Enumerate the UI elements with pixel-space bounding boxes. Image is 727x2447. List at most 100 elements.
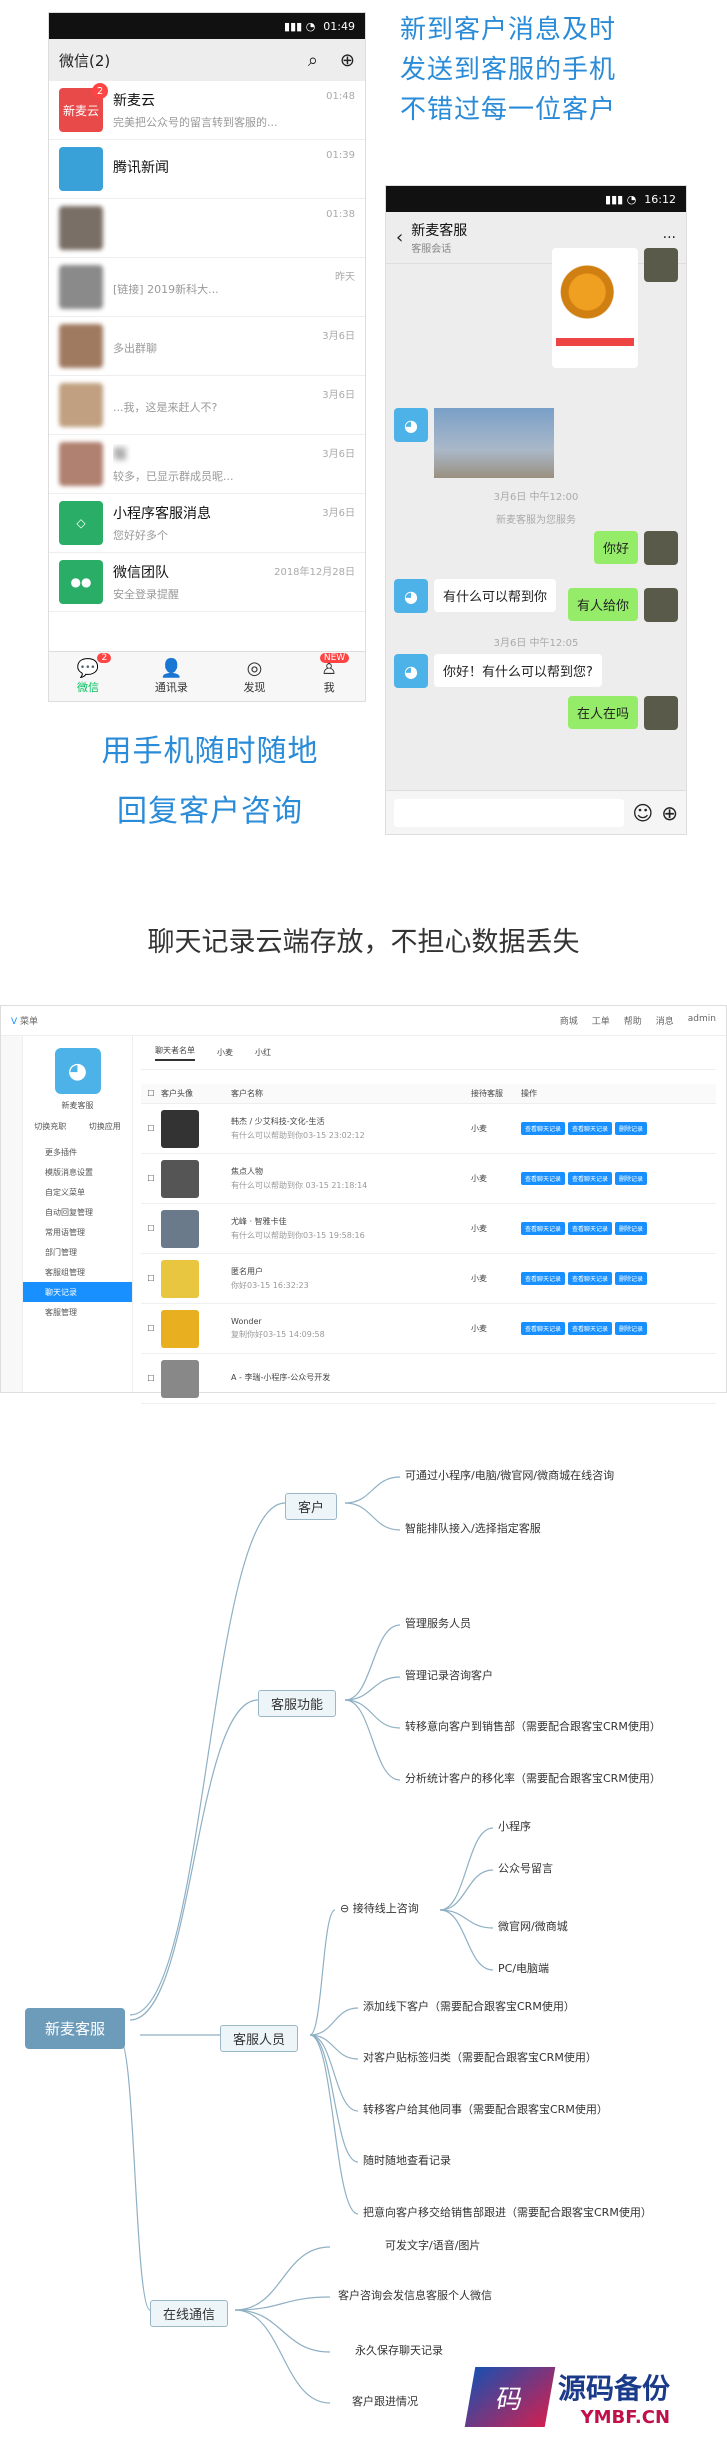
tab-2[interactable]: ◎ 发现 — [243, 657, 265, 695]
nav-item[interactable]: 更多插件 — [23, 1142, 132, 1162]
chat-item[interactable]: 01:38 — [49, 199, 365, 258]
connector-line — [309, 1909, 336, 2036]
scenery-image[interactable] — [434, 408, 554, 478]
chat-time: 01:48 — [326, 91, 355, 102]
headset-icon: ◕ — [394, 654, 428, 688]
chat-item[interactable]: [链接] 2019新科大... 昨天 — [49, 258, 365, 317]
table-row[interactable]: ☐ 尤峰 · 智雅卡佳 有什么可以帮助到你03-15 19:58:16 小麦 查看聊天记… — [141, 1204, 716, 1254]
row-action-button[interactable]: 删除记录 — [615, 1322, 648, 1335]
chat-item[interactable]: ...我，这是来赶人不? 3月6日 — [49, 376, 365, 435]
row-action-button[interactable]: 查看聊天记录 — [521, 1272, 566, 1285]
plus-icon[interactable]: ⊕ — [661, 801, 678, 825]
tab-label: 微信 — [77, 680, 99, 694]
tab-label: 通讯录 — [154, 680, 188, 694]
chat-preview: 安全登录提醒 — [113, 588, 179, 601]
agent-name: 小麦 — [471, 1224, 487, 1233]
top-link[interactable]: admin — [688, 1014, 716, 1027]
nav-item[interactable]: 常用语管理 — [23, 1222, 132, 1242]
user-avatar — [644, 531, 678, 565]
signal-icon: ▮▮▮ ◔ — [284, 19, 316, 33]
admin-tab[interactable]: 小红 — [255, 1047, 271, 1058]
nav-item[interactable]: 客服管理 — [23, 1302, 132, 1322]
nav-item[interactable]: 客服组管理 — [23, 1262, 132, 1282]
customer-avatar — [161, 1259, 199, 1298]
table-row[interactable]: ☐ A - 李瑞-小程序-公众号开发 — [141, 1354, 716, 1404]
chat-item[interactable]: 新麦云 2 新麦云 完美把公众号的留言转到客服的... 01:48 — [49, 81, 365, 140]
tab-icon: ◎ — [246, 657, 263, 679]
avatar-label: ●● — [70, 575, 92, 589]
row-action-button[interactable]: 删除记录 — [615, 1172, 648, 1185]
headline-right: 新到客户消息及时 发送到客服的手机 不错过每一位客户 — [400, 10, 700, 130]
checkbox[interactable]: ☐ — [141, 1374, 161, 1383]
row-action-button[interactable]: 查看聊天记录 — [521, 1322, 566, 1335]
leaf-node: 客户跟进情况 — [352, 2395, 418, 2408]
switch-link[interactable]: 切换充职 — [34, 1121, 66, 1132]
menu-button[interactable]: 菜单 — [20, 1017, 38, 1027]
chat-item[interactable]: 多出群聊 3月6日 — [49, 317, 365, 376]
chat-time: 01:38 — [326, 209, 355, 220]
message-input[interactable] — [394, 798, 625, 827]
row-action-button[interactable]: 查看聊天记录 — [568, 1272, 613, 1285]
row-action-button[interactable]: 查看聊天记录 — [568, 1172, 613, 1185]
checkbox[interactable]: ☐ — [141, 1124, 161, 1133]
status-time: 01:49 — [323, 19, 355, 33]
column-header: 操作 — [521, 1089, 537, 1098]
row-action-button[interactable]: 删除记录 — [615, 1222, 648, 1235]
nav-item[interactable]: 聊天记录 — [23, 1282, 132, 1302]
connector-line — [234, 2309, 331, 2353]
checkbox[interactable]: ☐ — [141, 1224, 161, 1233]
row-action-button[interactable]: 查看聊天记录 — [521, 1172, 566, 1185]
more-icon[interactable]: ··· — [663, 230, 676, 246]
top-link[interactable]: 消息 — [656, 1014, 674, 1027]
chat-item[interactable]: 服较多，已显示群成员昵... 3月6日 — [49, 435, 365, 494]
add-icon[interactable]: ⊕ — [340, 50, 355, 71]
connector-line — [119, 2039, 151, 2311]
admin-tab[interactable]: 聊天者名单 — [155, 1045, 195, 1061]
row-action-button[interactable]: 删除记录 — [615, 1272, 648, 1285]
row-action-button[interactable]: 查看聊天记录 — [521, 1222, 566, 1235]
table-row[interactable]: ☐ 焦点人物 有什么可以帮助到你 03-15 21:18:14 小麦 查看聊天记录 查看聊… — [141, 1154, 716, 1204]
customer-name: 韩杰 / 少艾科技-文化-生活 — [231, 1117, 325, 1126]
last-message: 有什么可以帮助到你03-15 19:58:16 — [231, 1231, 365, 1240]
checkbox[interactable]: ☐ — [141, 1274, 161, 1283]
message-image-row: ◕ — [394, 408, 554, 478]
checkbox[interactable]: ☐ — [141, 1089, 161, 1098]
top-link[interactable]: 商城 — [560, 1014, 578, 1027]
row-action-button[interactable]: 查看聊天记录 — [568, 1222, 613, 1235]
chat-item[interactable]: ●● 微信团队 安全登录提醒 2018年12月28日 — [49, 553, 365, 612]
nav-item[interactable]: 自定义菜单 — [23, 1182, 132, 1202]
last-message: 你好03-15 16:32:23 — [231, 1281, 309, 1290]
image-card[interactable] — [552, 248, 638, 368]
checkbox[interactable]: ☐ — [141, 1324, 161, 1333]
connector-line — [344, 1502, 401, 1531]
top-link[interactable]: 帮助 — [624, 1014, 642, 1027]
row-action-button[interactable]: 删除记录 — [615, 1122, 648, 1135]
search-icon[interactable]: ⌕ — [308, 50, 318, 71]
headset-icon: ◕ — [394, 579, 428, 613]
top-link[interactable]: 工单 — [592, 1014, 610, 1027]
row-action-button[interactable]: 查看聊天记录 — [568, 1322, 613, 1335]
tab-1[interactable]: 👤 通讯录 — [154, 658, 188, 695]
admin-tab[interactable]: 小麦 — [217, 1047, 233, 1058]
table-row[interactable]: ☐ 匿名用户 你好03-15 16:32:23 小麦 查看聊天记录 查看聊天记录 删除记录 — [141, 1254, 716, 1304]
headline-line: 回复客户咨询 — [117, 794, 303, 829]
chat-item[interactable]: 腾讯新闻 01:39 — [49, 140, 365, 199]
nav-item[interactable]: 模版消息设置 — [23, 1162, 132, 1182]
chat-item[interactable]: ◇ 小程序客服消息 您好好多个 3月6日 — [49, 494, 365, 553]
checkbox[interactable]: ☐ — [141, 1174, 161, 1183]
table-row[interactable]: ☐ 韩杰 / 少艾科技-文化-生活 有什么可以帮助到你03-15 23:02:12 小… — [141, 1104, 716, 1154]
row-action-button[interactable]: 查看聊天记录 — [521, 1122, 566, 1135]
back-icon[interactable]: ‹ — [396, 227, 403, 248]
chat-preview: 您好好多个 — [113, 529, 168, 542]
tab-3[interactable]: ♙ 我 NEW — [319, 652, 350, 695]
chat-preview: 多出群聊 — [113, 342, 157, 355]
table-row[interactable]: ☐ Wonder 复制你好03-15 14:09:58 小麦 查看聊天记录 查看聊天记录删… — [141, 1304, 716, 1354]
nav-item[interactable]: 自动回复管理 — [23, 1202, 132, 1222]
nav-item[interactable]: 部门管理 — [23, 1242, 132, 1262]
row-action-button[interactable]: 查看聊天记录 — [568, 1122, 613, 1135]
message-bubble: 在人在吗 — [567, 696, 638, 729]
oranges-image — [556, 252, 634, 332]
emoji-icon[interactable]: ☺ — [632, 801, 653, 825]
tab-0[interactable]: 💬 微信 2 — [77, 652, 112, 695]
switch-link[interactable]: 切换应用 — [89, 1121, 121, 1132]
